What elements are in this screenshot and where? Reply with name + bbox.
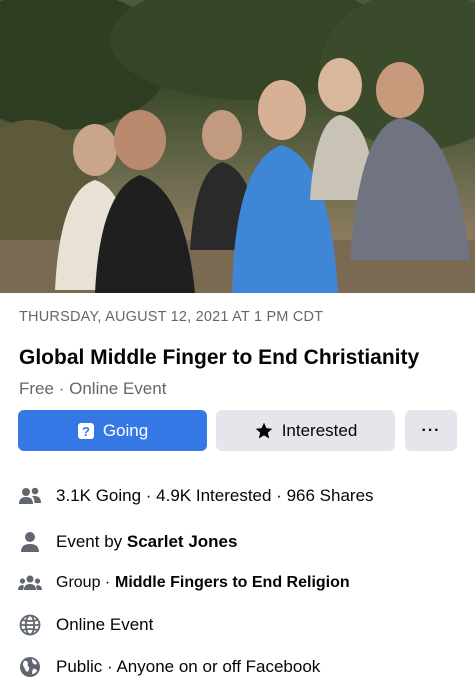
going-label: Going bbox=[102, 420, 149, 440]
group-row[interactable]: Group · Middle Fingers to End Religion bbox=[18, 569, 350, 597]
privacy-text: Public · Anyone on or off Facebook bbox=[56, 657, 321, 676]
event-cover-photo[interactable] bbox=[0, 0, 475, 293]
group-name[interactable]: Middle Fingers to End Religion bbox=[115, 574, 350, 592]
group-prefix: Group · bbox=[56, 574, 111, 591]
privacy-row[interactable]: Public · Anyone on or off Facebook bbox=[18, 653, 320, 681]
location-text: Online Event bbox=[56, 615, 154, 634]
event-date: THURSDAY, AUGUST 12, 2021 AT 1 PM CDT bbox=[19, 309, 324, 325]
group-icon bbox=[18, 574, 42, 592]
subtitle-separator: · bbox=[58, 379, 65, 398]
svg-text:?: ? bbox=[82, 424, 90, 439]
event-subtitle: Free · Online Event bbox=[19, 379, 166, 399]
more-options-icon: ··· bbox=[421, 421, 441, 439]
person-icon bbox=[18, 531, 42, 553]
public-earth-icon bbox=[18, 656, 42, 678]
interested-label: Interested bbox=[281, 420, 358, 440]
star-icon bbox=[254, 421, 274, 441]
people-icon bbox=[18, 486, 42, 506]
host-prefix: Event by bbox=[56, 532, 123, 551]
event-type: Online Event bbox=[69, 379, 167, 398]
going-button[interactable]: ? Going bbox=[18, 410, 207, 451]
location-row[interactable]: Online Event bbox=[18, 611, 153, 639]
host-row[interactable]: Event by Scarlet Jones bbox=[18, 528, 237, 556]
stats-row[interactable]: 3.1K Going · 4.9K Interested · 966 Share… bbox=[18, 482, 374, 510]
going-question-icon: ? bbox=[77, 422, 95, 440]
interested-button[interactable]: Interested bbox=[216, 410, 395, 451]
stats-text: 3.1K Going · 4.9K Interested · 966 Share… bbox=[56, 486, 374, 505]
globe-icon bbox=[18, 614, 42, 636]
event-price: Free bbox=[19, 379, 54, 398]
more-options-button[interactable]: ··· bbox=[405, 410, 457, 451]
event-title: Global Middle Finger to End Christianity bbox=[19, 346, 420, 369]
cover-photo-illustration bbox=[0, 0, 475, 293]
host-name[interactable]: Scarlet Jones bbox=[127, 532, 238, 552]
